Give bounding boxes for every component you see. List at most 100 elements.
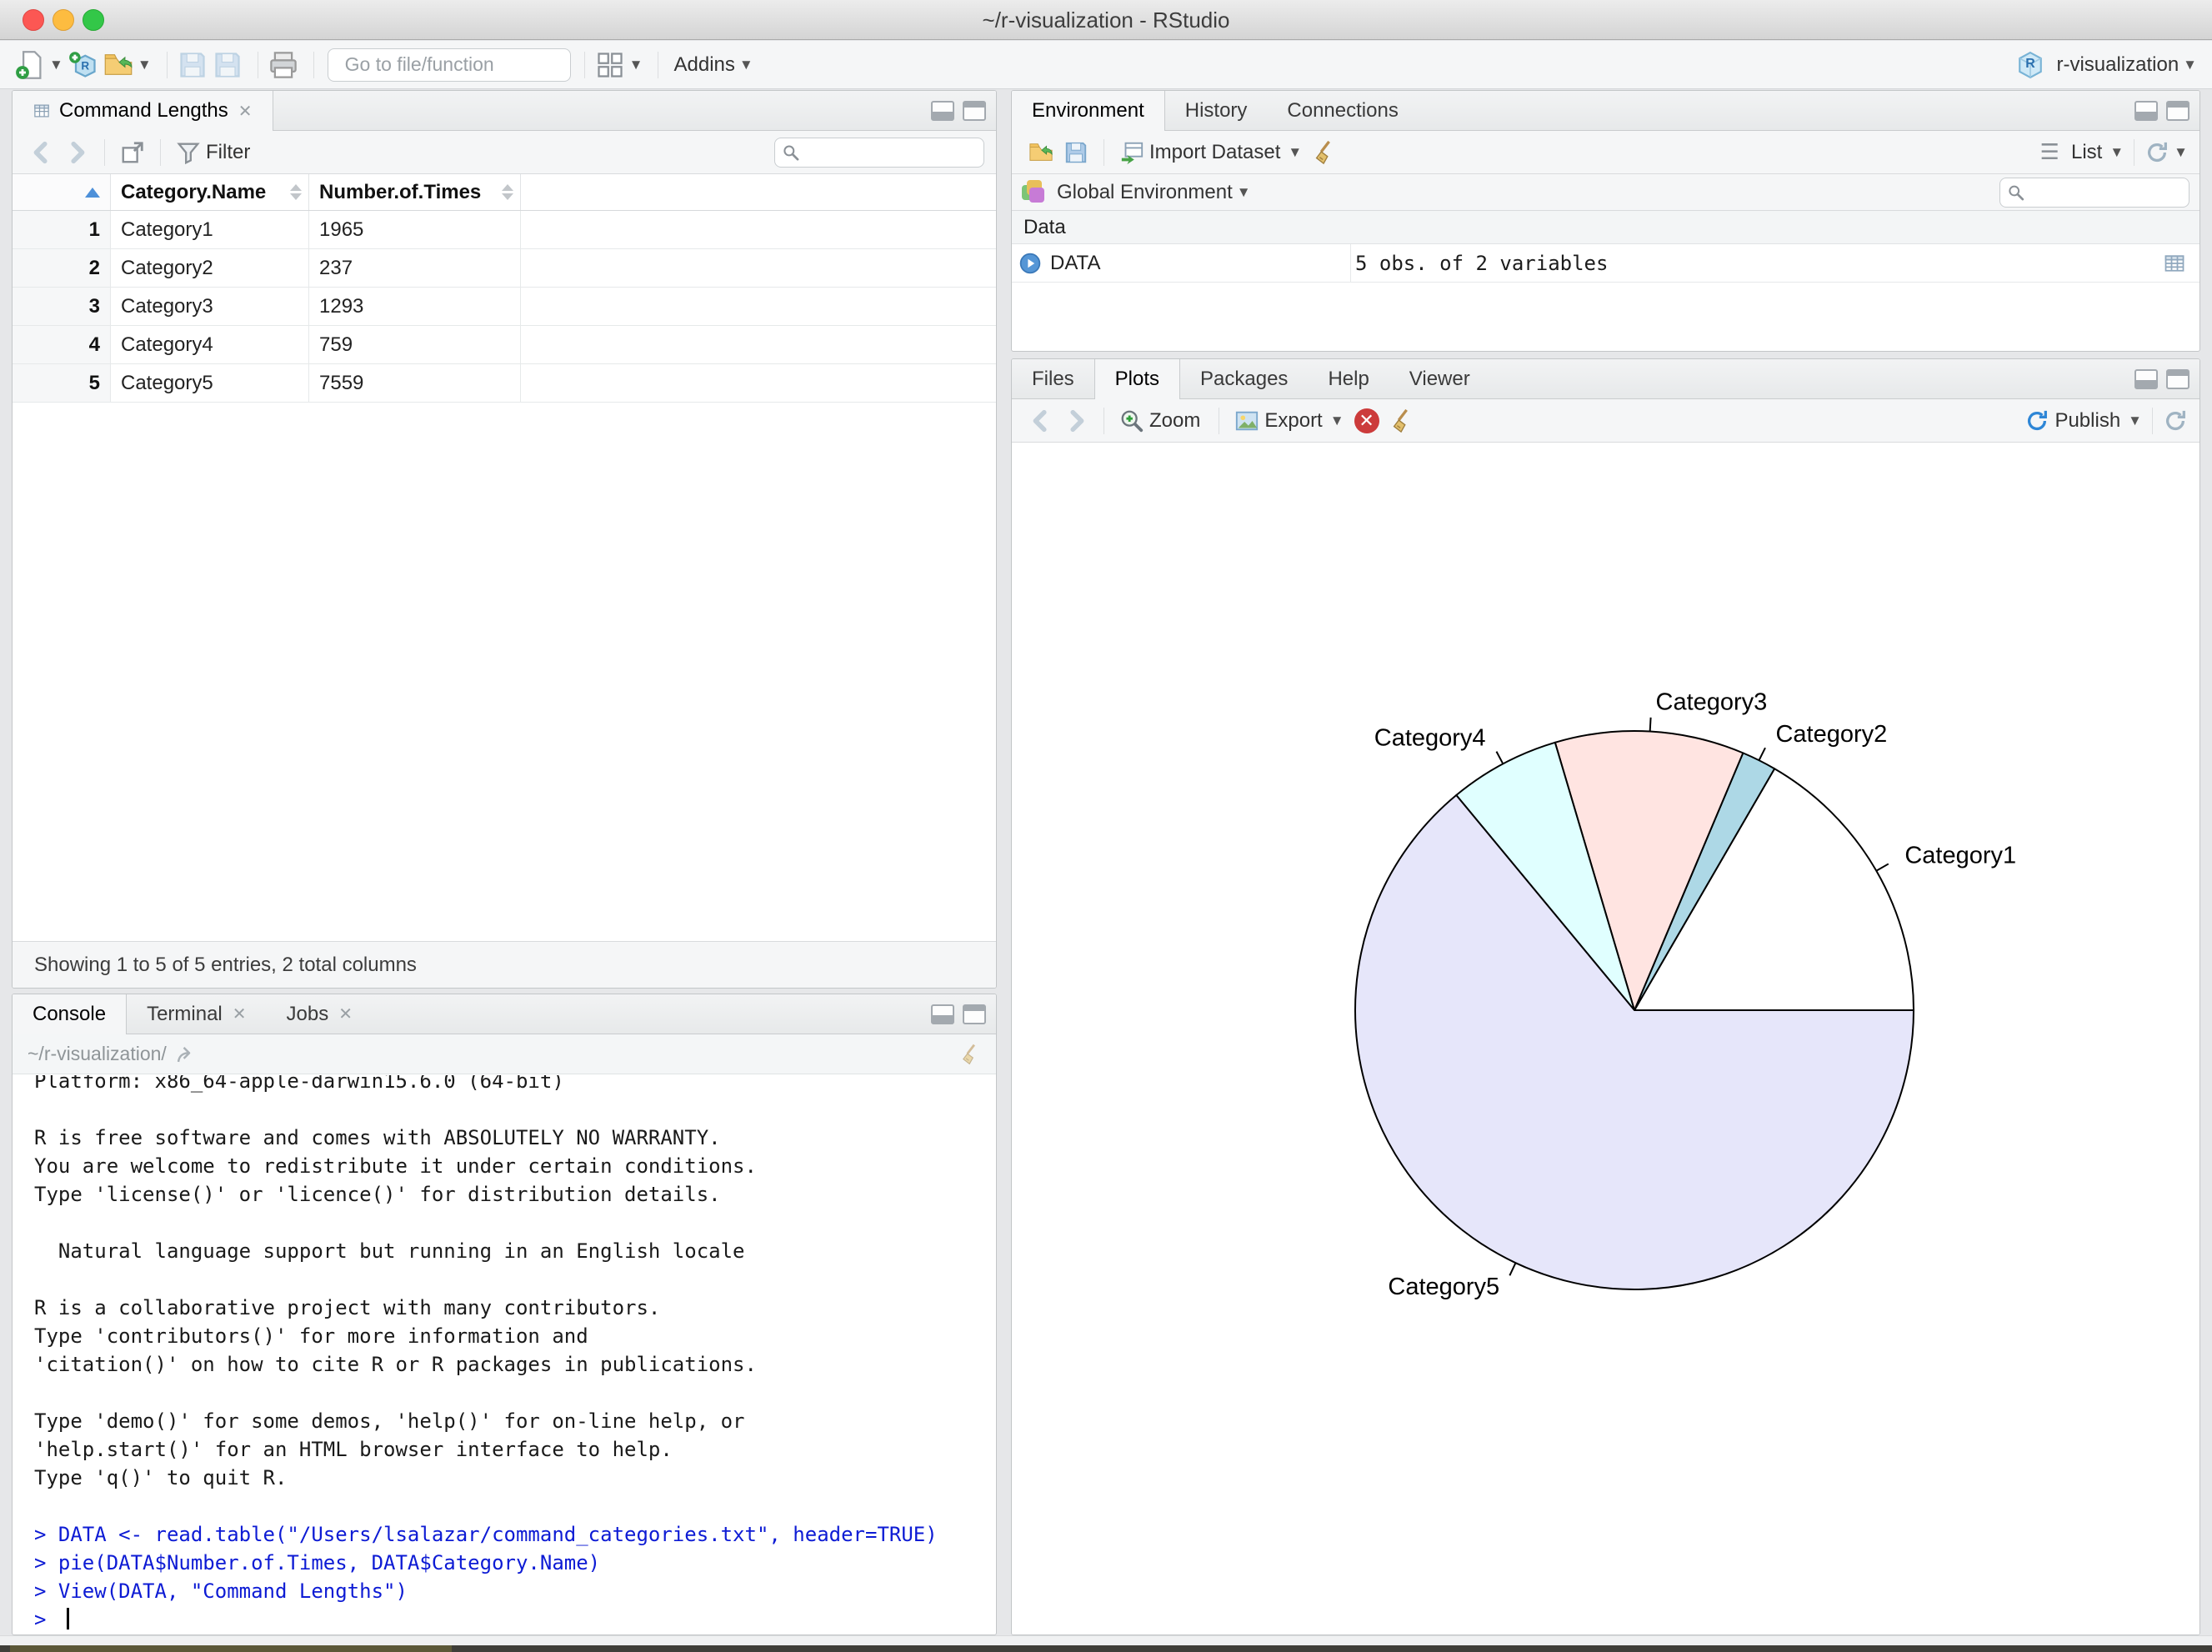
table-row[interactable]: 5 Category5 7559: [13, 364, 996, 403]
minimize-pane-icon[interactable]: [931, 101, 954, 121]
chevron-down-icon[interactable]: ▼: [138, 57, 152, 73]
project-selector[interactable]: r-visualization ▼: [2016, 51, 2197, 79]
chevron-down-icon[interactable]: ▼: [2128, 413, 2142, 429]
console-output-line: Type 'contributors()' for more informati…: [34, 1324, 588, 1348]
save-all-button[interactable]: [213, 50, 243, 80]
view-data-button[interactable]: [2161, 252, 2188, 279]
clear-environment-button[interactable]: [1312, 140, 1337, 165]
expand-object-icon[interactable]: [1018, 252, 1042, 275]
toolbar-separator: [313, 51, 314, 78]
maximize-pane-icon[interactable]: [2166, 369, 2189, 389]
open-folder-icon: [103, 50, 133, 80]
table-row[interactable]: 4 Category4 759: [13, 326, 996, 364]
new-project-button[interactable]: [68, 50, 98, 80]
goto-directory-icon[interactable]: [175, 1044, 197, 1065]
arrow-left-icon: [1028, 408, 1053, 433]
column-header-category-name[interactable]: Category.Name: [111, 174, 309, 210]
print-button[interactable]: [268, 50, 298, 80]
minimize-pane-icon[interactable]: [2134, 101, 2158, 121]
table-cell: 759: [309, 326, 521, 363]
tab-jobs[interactable]: Jobs ✕: [267, 994, 373, 1034]
column-header-number-of-times[interactable]: Number.of.Times: [309, 174, 521, 210]
addins-menu[interactable]: Addins ▼: [668, 53, 753, 77]
environment-search-input[interactable]: [2024, 180, 2182, 204]
console-cursor[interactable]: [66, 1608, 69, 1629]
tab-terminal[interactable]: Terminal ✕: [127, 994, 266, 1034]
export-plot-button[interactable]: Export ▼: [1234, 408, 1344, 433]
list-view-icon: ☰: [2039, 139, 2059, 164]
table-cell: 5: [13, 364, 111, 402]
table-cell: Category3: [111, 288, 309, 325]
tab-history[interactable]: History: [1165, 91, 1268, 130]
sort-icons[interactable]: [502, 184, 513, 200]
tab-console[interactable]: Console: [13, 994, 128, 1034]
filter-label: Filter: [206, 140, 251, 163]
chevron-down-icon[interactable]: ▼: [629, 57, 643, 73]
environment-object-row[interactable]: DATA 5 obs. of 2 variables: [1012, 244, 2199, 283]
refresh-icon[interactable]: [2144, 140, 2169, 165]
rownum-column-header[interactable]: [13, 174, 111, 210]
import-dataset-button[interactable]: Import Dataset ▼: [1119, 140, 1302, 165]
tab-plots[interactable]: Plots: [1093, 359, 1181, 399]
table-row[interactable]: 3 Category3 1293: [13, 288, 996, 326]
clear-all-plots-button[interactable]: [1389, 408, 1414, 433]
new-file-button[interactable]: ▼: [15, 50, 63, 80]
pie-label-Category3: Category3: [1656, 689, 1768, 716]
table-row[interactable]: 1 Category1 1965: [13, 211, 996, 249]
console-prompt-line: >: [34, 1605, 996, 1634]
close-icon[interactable]: ✕: [233, 1004, 247, 1024]
table-search-box[interactable]: [774, 137, 984, 168]
tab-help[interactable]: Help: [1308, 359, 1389, 398]
save-button[interactable]: [178, 50, 208, 80]
tab-viewer[interactable]: Viewer: [1389, 359, 1490, 398]
table-cell: 7559: [309, 364, 521, 402]
refresh-icon[interactable]: [2163, 408, 2188, 433]
open-file-button[interactable]: ▼: [103, 50, 152, 80]
panes-layout-button[interactable]: ▼: [595, 50, 643, 80]
maximize-pane-icon[interactable]: [963, 1004, 986, 1024]
chevron-down-icon[interactable]: ▼: [2174, 144, 2188, 161]
maximize-pane-icon[interactable]: [963, 101, 986, 121]
column-label: Number.of.Times: [319, 180, 482, 203]
minimize-pane-icon[interactable]: [2134, 369, 2158, 389]
table-search-input[interactable]: [799, 140, 977, 164]
table-row[interactable]: 2 Category2 237: [13, 249, 996, 288]
pie-label-tick: [1758, 747, 1766, 761]
desktop-strip: [0, 1645, 2212, 1652]
chevron-down-icon[interactable]: ▼: [1237, 184, 1251, 201]
save-workspace-button[interactable]: [1063, 140, 1088, 165]
goto-file-box[interactable]: [327, 48, 593, 82]
next-plot-button[interactable]: [1063, 408, 1088, 433]
remove-plot-button[interactable]: ✕: [1354, 408, 1379, 433]
popout-window-button[interactable]: [120, 140, 145, 165]
previous-plot-button[interactable]: [1028, 408, 1053, 433]
sort-icons[interactable]: [290, 184, 302, 200]
clear-console-icon[interactable]: [959, 1044, 981, 1065]
back-button[interactable]: [29, 140, 54, 165]
chevron-down-icon[interactable]: ▼: [49, 57, 63, 73]
tab-label: Packages: [1200, 367, 1289, 390]
import-dataset-label: Import Dataset: [1149, 140, 1281, 163]
publish-icon: [2024, 408, 2049, 433]
load-workspace-button[interactable]: [1028, 140, 1053, 165]
filter-button[interactable]: Filter: [176, 140, 253, 165]
environment-search-box[interactable]: [1999, 177, 2189, 208]
tab-label: Plots: [1114, 368, 1160, 390]
tab-connections[interactable]: Connections: [1267, 91, 1418, 130]
chevron-down-icon[interactable]: ▼: [2109, 144, 2124, 161]
minimize-pane-icon[interactable]: [931, 1004, 954, 1024]
close-icon[interactable]: ✕: [238, 101, 253, 122]
maximize-pane-icon[interactable]: [2166, 101, 2189, 121]
console-output[interactable]: Platform: x86_64-apple-darwin15.6.0 (64-…: [13, 1075, 996, 1634]
forward-button[interactable]: [64, 140, 89, 165]
tab-packages[interactable]: Packages: [1180, 359, 1308, 398]
goto-file-input[interactable]: [343, 53, 593, 77]
tab-command-lengths[interactable]: Command Lengths ✕: [13, 91, 273, 131]
broom-icon: [1389, 408, 1414, 433]
tab-files[interactable]: Files: [1012, 359, 1094, 398]
close-icon[interactable]: ✕: [338, 1004, 353, 1024]
tab-environment[interactable]: Environment: [1012, 91, 1165, 131]
zoom-plot-button[interactable]: Zoom: [1119, 408, 1204, 433]
